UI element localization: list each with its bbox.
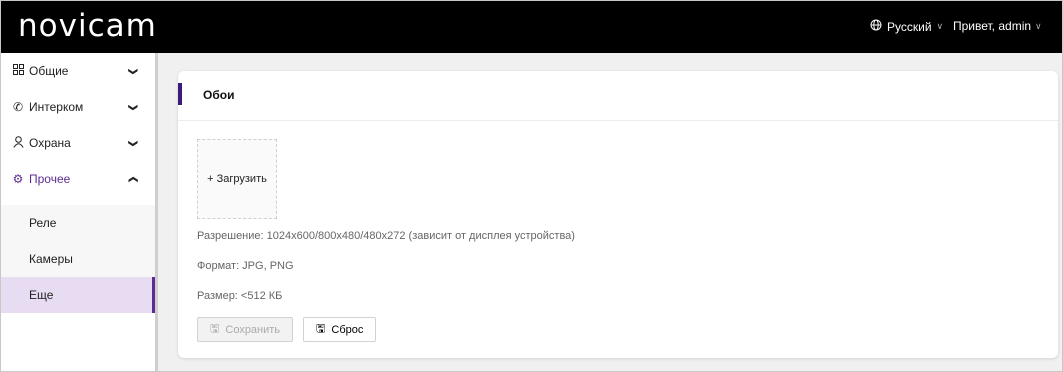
card-header: Обои	[178, 71, 1058, 121]
save-button[interactable]: 🖫 Сохранить	[197, 317, 294, 342]
sidebar-item-label: Прочее	[29, 172, 71, 186]
chevron-down-icon: ∨	[936, 21, 944, 31]
chevron-down-icon: ❯	[128, 139, 139, 147]
card-title: Обои	[203, 88, 235, 102]
app-window: novicam Русский ∨ Привет, admin ∨ Общие …	[0, 0, 1063, 372]
handset-icon: ✆	[12, 100, 24, 114]
sidebar-item-label: Охрана	[29, 136, 71, 150]
person-icon	[11, 135, 25, 151]
save-button-label: Сохранить	[225, 323, 281, 336]
sidebar-subitem-relay[interactable]: Реле	[1, 205, 155, 241]
sidebar-item-security[interactable]: Охрана ❯	[1, 125, 155, 161]
reset-button-label: Сброс	[331, 323, 364, 336]
sidebar-subitem-cameras[interactable]: Камеры	[1, 241, 155, 277]
sidebar-subitem-more[interactable]: Еще	[1, 277, 155, 313]
save-icon: 🖫	[210, 323, 220, 335]
sidebar-item-label: Интерком	[29, 100, 84, 114]
chevron-up-icon: ❯	[127, 175, 138, 183]
save-icon: 🖫	[316, 323, 326, 335]
grid-icon	[11, 64, 25, 78]
upload-button[interactable]: + Загрузить	[197, 139, 277, 219]
resolution-info: Разрешение: 1024x600/800x480/480x272 (за…	[197, 230, 575, 242]
sidebar: Общие ❯ ✆ Интерком ❯ Охрана ❯ ⚙ Прочее ❯…	[1, 53, 158, 371]
sidebar-item-label: Общие	[29, 64, 69, 78]
language-selector[interactable]: Русский ∨	[870, 19, 943, 34]
format-info: Формат: JPG, PNG	[197, 260, 294, 272]
chevron-down-icon: ❯	[128, 67, 139, 75]
wallpaper-card: Обои + Загрузить Разрешение: 1024x600/80…	[178, 71, 1058, 358]
sidebar-subitem-label: Реле	[29, 216, 57, 230]
top-bar: novicam Русский ∨ Привет, admin ∨	[1, 1, 1062, 53]
gear-icon: ⚙	[12, 172, 24, 186]
greeting-label: Привет, admin	[953, 19, 1032, 33]
chevron-down-icon: ∨	[1035, 20, 1042, 31]
reset-button[interactable]: 🖫 Сброс	[303, 317, 377, 342]
sidebar-subitem-label: Камеры	[29, 252, 73, 266]
logo: novicam	[18, 8, 157, 44]
globe-icon	[870, 19, 882, 34]
sidebar-item-general[interactable]: Общие ❯	[1, 53, 155, 89]
sidebar-item-other[interactable]: ⚙ Прочее ❯	[1, 161, 155, 197]
user-menu[interactable]: Привет, admin ∨	[953, 19, 1042, 33]
size-info: Размер: <512 КБ	[197, 290, 283, 302]
chevron-down-icon: ❯	[128, 103, 139, 111]
sidebar-subitem-label: Еще	[29, 288, 54, 302]
card-accent-bar	[178, 83, 182, 105]
sidebar-item-intercom[interactable]: ✆ Интерком ❯	[1, 89, 155, 125]
language-label: Русский	[887, 19, 932, 34]
